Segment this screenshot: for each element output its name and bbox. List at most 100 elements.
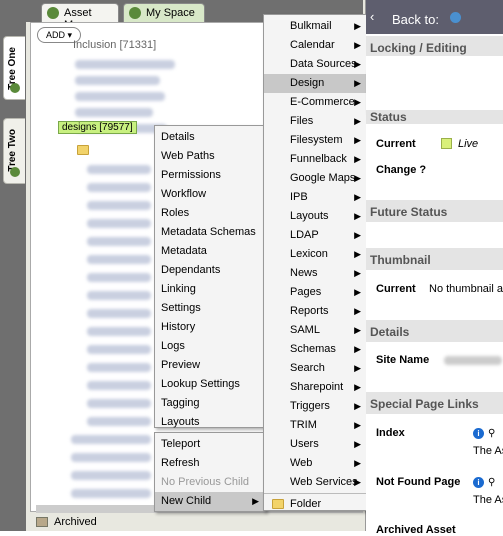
menu-item-data-sources[interactable]: Data Sources ▶: [264, 55, 367, 74]
menu-separator: [264, 493, 367, 494]
tree-node[interactable]: [87, 219, 151, 228]
tree-node[interactable]: [75, 60, 175, 69]
menu-item-e-commerce[interactable]: E-Commerce ▶: [264, 93, 367, 112]
menu-item-news[interactable]: News ▶: [264, 264, 367, 283]
submenu-arrow-icon: ▶: [354, 268, 361, 278]
submenu-arrow-icon: ▶: [354, 59, 361, 69]
tree-node[interactable]: [75, 108, 153, 117]
tab-tree-one[interactable]: Tree One: [3, 36, 25, 100]
menu-item-web[interactable]: Web ▶: [264, 454, 367, 473]
back-label[interactable]: Back to:: [392, 12, 439, 27]
tree-node[interactable]: [87, 273, 151, 282]
tree-node[interactable]: [71, 489, 151, 498]
tree-node[interactable]: [75, 76, 160, 85]
tree-icon: [47, 7, 59, 19]
submenu-arrow-icon: ▶: [354, 135, 361, 145]
tree-tab-strip: Tree One Tree Two: [0, 0, 26, 531]
menu-item-pages[interactable]: Pages ▶: [264, 283, 367, 302]
menu-item-ldap[interactable]: LDAP ▶: [264, 226, 367, 245]
menu-item-no-previous-child: No Previous Child: [161, 476, 250, 488]
menu-item-folder[interactable]: Folder: [264, 495, 367, 514]
menu-item-triggers[interactable]: Triggers ▶: [264, 397, 367, 416]
tree-node[interactable]: [87, 309, 151, 318]
menu-item-design[interactable]: Design ▶: [264, 74, 367, 93]
menu-item-filesystem[interactable]: Filesystem ▶: [264, 131, 367, 150]
tree-node[interactable]: [87, 381, 151, 390]
tree-node[interactable]: [87, 417, 151, 426]
menu-item-bulkmail[interactable]: Bulkmail ▶: [264, 17, 367, 36]
tree-node[interactable]: [75, 92, 165, 101]
change-status-label: Change ?: [376, 164, 427, 176]
link-icon[interactable]: ⚲: [488, 477, 495, 488]
menu-item-reports[interactable]: Reports ▶: [264, 302, 367, 321]
tree-node[interactable]: [87, 201, 151, 210]
tree-node[interactable]: [87, 399, 151, 408]
info-icon[interactable]: i: [473, 428, 484, 439]
menu-item-sharepoint[interactable]: Sharepoint ▶: [264, 378, 367, 397]
selected-tree-node[interactable]: designs [79577]: [58, 121, 137, 134]
tree-node[interactable]: [87, 183, 151, 192]
tab-my-space[interactable]: My Space: [123, 3, 205, 22]
submenu-arrow-icon: ▶: [354, 458, 361, 468]
submenu-arrow-icon: ▶: [354, 211, 361, 221]
menu-item-new-child[interactable]: New Child ▶: [155, 492, 265, 511]
menu-item-trim[interactable]: TRIM ▶: [264, 416, 367, 435]
menu-item-dependants[interactable]: Dependants: [155, 261, 265, 280]
tree-node[interactable]: [87, 345, 151, 354]
tree-node[interactable]: [71, 471, 151, 480]
link-icon[interactable]: ⚲: [488, 428, 495, 439]
menu-item-search[interactable]: Search ▶: [264, 359, 367, 378]
tree-node[interactable]: [87, 291, 151, 300]
menu-item-metadata[interactable]: Metadata: [155, 242, 265, 261]
tab-label: Tree Two: [7, 129, 18, 172]
tab-asset-map[interactable]: Asset Map: [41, 3, 119, 31]
menu-item-details[interactable]: Details: [155, 128, 265, 147]
menu-item-files[interactable]: Files ▶: [264, 112, 367, 131]
tree-node[interactable]: [87, 255, 151, 264]
site-name-value: [444, 356, 502, 365]
submenu-arrow-icon: ▶: [354, 306, 361, 316]
tree-node[interactable]: [71, 453, 151, 462]
current-status-value: Live: [458, 138, 479, 150]
menu-item-preview[interactable]: Preview: [155, 356, 265, 375]
menu-item-tagging[interactable]: Tagging: [155, 394, 265, 413]
menu-item-layouts[interactable]: Layouts: [155, 413, 265, 432]
menu-item-lexicon[interactable]: Lexicon ▶: [264, 245, 367, 264]
menu-item-funnelback[interactable]: Funnelback ▶: [264, 150, 367, 169]
menu-item-web-paths[interactable]: Web Paths: [155, 147, 265, 166]
info-icon[interactable]: i: [473, 477, 484, 488]
chevron-left-icon[interactable]: ‹: [370, 9, 374, 24]
chevron-down-icon: ▾: [67, 30, 73, 40]
my-space-icon: [129, 7, 141, 19]
menu-item-web-services[interactable]: Web Services ▶: [264, 473, 367, 492]
menu-item-metadata-schemas[interactable]: Metadata Schemas: [155, 223, 265, 242]
menu-item-history[interactable]: History: [155, 318, 265, 337]
tab-tree-two[interactable]: Tree Two: [3, 118, 25, 184]
menu-item-schemas[interactable]: Schemas ▶: [264, 340, 367, 359]
menu-item-settings[interactable]: Settings: [155, 299, 265, 318]
menu-item-permissions[interactable]: Permissions: [155, 166, 265, 185]
menu-item-google-maps[interactable]: Google Maps ▶: [264, 169, 367, 188]
menu-item-users[interactable]: Users ▶: [264, 435, 367, 454]
tree-node[interactable]: [87, 363, 151, 372]
not-found-label: Not Found Page: [376, 476, 461, 488]
menu-item-workflow[interactable]: Workflow: [155, 185, 265, 204]
tree-node[interactable]: [71, 435, 151, 444]
menu-item-refresh[interactable]: Refresh: [155, 454, 265, 473]
tree-node[interactable]: [87, 165, 151, 174]
tree-node-partial[interactable]: Inclusion [71331]: [73, 39, 156, 53]
section-special-page-links: Special Page Links: [366, 392, 503, 414]
menu-item-ipb[interactable]: IPB ▶: [264, 188, 367, 207]
menu-item-layouts[interactable]: Layouts ▶: [264, 207, 367, 226]
menu-item-roles[interactable]: Roles: [155, 204, 265, 223]
menu-item-teleport[interactable]: Teleport: [155, 435, 265, 454]
tree-node[interactable]: [87, 327, 151, 336]
menu-item-logs[interactable]: Logs: [155, 337, 265, 356]
details-panel: ‹ Back to: Locking / Editing Status Curr…: [366, 0, 503, 536]
archived-swatch: [36, 517, 48, 528]
menu-item-saml[interactable]: SAML ▶: [264, 321, 367, 340]
menu-item-linking[interactable]: Linking: [155, 280, 265, 299]
tree-node[interactable]: [87, 237, 151, 246]
menu-item-lookup-settings[interactable]: Lookup Settings: [155, 375, 265, 394]
menu-item-calendar[interactable]: Calendar ▶: [264, 36, 367, 55]
